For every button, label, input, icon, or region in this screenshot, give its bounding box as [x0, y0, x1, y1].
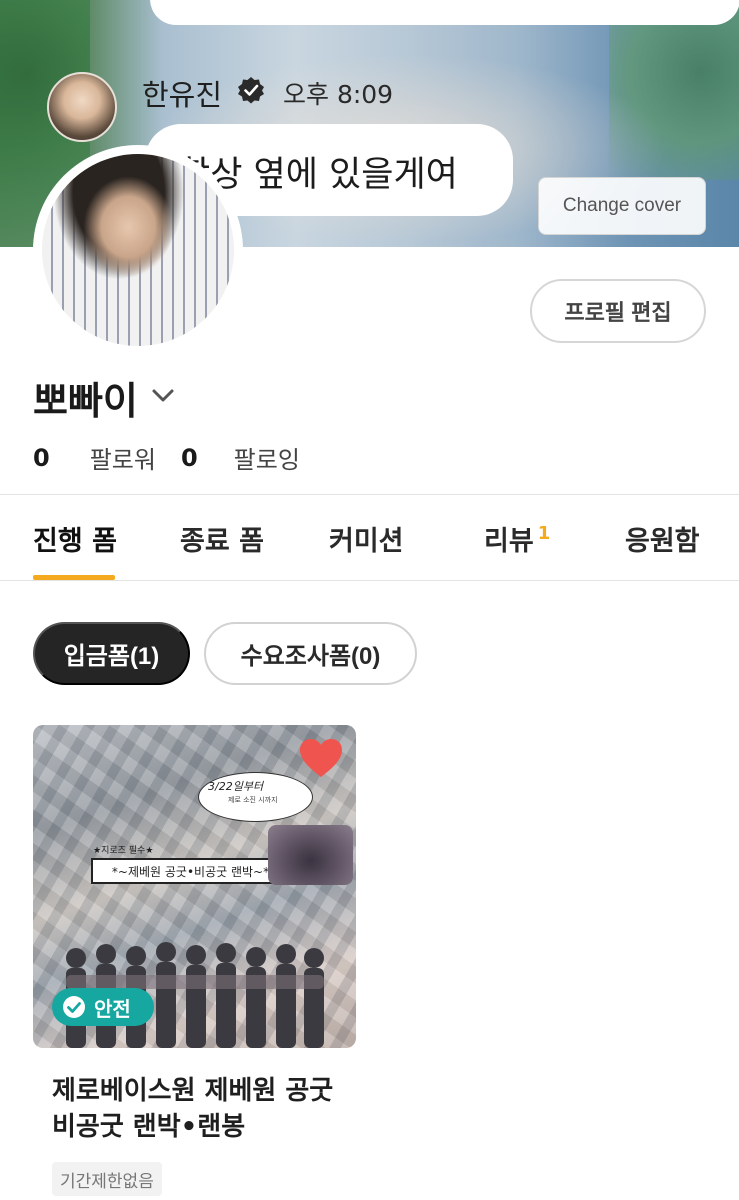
- safe-badge: 안전: [52, 988, 154, 1026]
- verified-icon: [238, 77, 264, 104]
- cover-chat-name: 한유진: [142, 78, 223, 112]
- tab-review-badge: 1: [537, 523, 551, 544]
- form-card[interactable]: 3/22일부터 제로 소진 시까지 ★지로즈 필수★ *~제베원 공굿•비공굿 …: [33, 725, 356, 1200]
- filter-survey-form[interactable]: 수요조사폼(0): [204, 622, 417, 685]
- card-image-group-photo: [268, 825, 353, 885]
- follow-stats: 0 팔로워 0 팔로잉: [33, 440, 300, 475]
- card-image-cloud-text: 3/22일부터: [208, 780, 264, 793]
- form-card-image: 3/22일부터 제로 소진 시까지 ★지로즈 필수★ *~제베원 공굿•비공굿 …: [33, 725, 356, 1048]
- check-circle-icon: [63, 996, 85, 1018]
- tab-cheer-box[interactable]: 응원함: [625, 519, 700, 558]
- form-card-title[interactable]: 제로베이스원 제베원 공굿비공굿 랜박•랜봉: [52, 1073, 342, 1145]
- card-image-banner: *~제베원 공굿•비공굿 랜박~*: [91, 858, 290, 884]
- profile-avatar-image: [42, 154, 234, 346]
- followers-count[interactable]: 0: [33, 444, 50, 472]
- card-image-cloud-subtext: 제로 소진 시까지: [228, 796, 278, 804]
- username: 뽀빠이: [33, 379, 138, 423]
- divider: [0, 580, 739, 581]
- edit-profile-button[interactable]: 프로필 편집: [530, 279, 706, 343]
- tab-review-label: 리뷰: [484, 526, 534, 557]
- change-cover-button[interactable]: Change cover: [538, 177, 706, 235]
- tab-in-progress[interactable]: 진행 폼: [33, 519, 117, 558]
- profile-avatar[interactable]: [33, 145, 243, 355]
- tab-bar: 진행 폼 종료 폼 커미션 리뷰 1 응원함: [0, 496, 739, 581]
- followers-label[interactable]: 팔로워: [90, 440, 156, 475]
- form-card-tag: 기간제한없음: [52, 1162, 162, 1196]
- divider: [0, 494, 739, 495]
- filter-deposit-form[interactable]: 입금폼(1): [33, 622, 190, 685]
- card-image-banner-small: ★지로즈 필수★: [93, 846, 154, 856]
- cover-chat-avatar: [47, 72, 117, 142]
- chevron-down-icon[interactable]: [148, 380, 178, 410]
- heart-icon[interactable]: [298, 737, 344, 779]
- following-label[interactable]: 팔로잉: [234, 440, 300, 475]
- following-count[interactable]: 0: [181, 444, 198, 472]
- tab-finished[interactable]: 종료 폼: [180, 519, 264, 558]
- cover-chat-time: 오후 8:09: [283, 80, 394, 109]
- safe-badge-label: 안전: [94, 996, 131, 1021]
- tab-commission[interactable]: 커미션: [329, 519, 404, 558]
- tab-review[interactable]: 리뷰 1: [484, 519, 550, 558]
- cover-top-chat-bubble: [150, 0, 739, 25]
